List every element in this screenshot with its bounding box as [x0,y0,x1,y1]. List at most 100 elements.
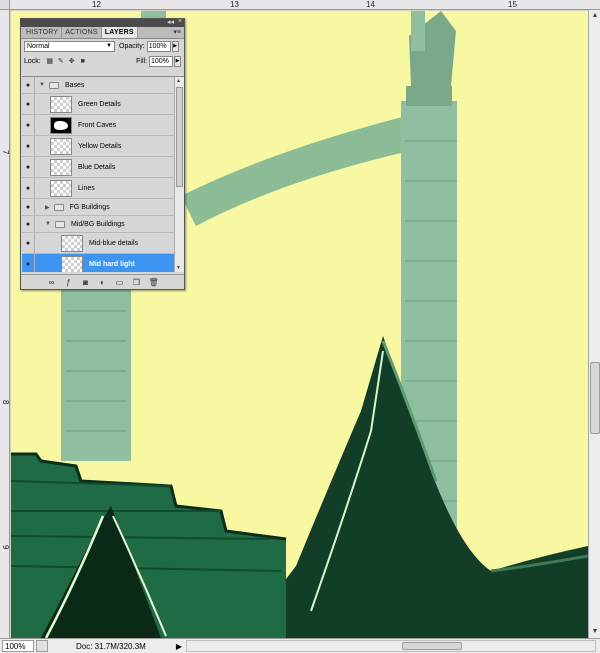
ruler-mark: 15 [508,0,517,9]
lock-image-icon[interactable]: ✎ [57,58,65,66]
eye-icon[interactable]: ● [22,233,35,253]
layer-name: Mid/BG Buildings [70,220,125,228]
layer-row-selected[interactable]: ● Mid hard light [22,254,174,272]
twirl-down-icon[interactable]: ▼ [45,221,51,227]
panel-menu-icon[interactable]: ▾≡ [173,27,181,38]
eye-icon[interactable]: ● [22,77,35,93]
layer-group-row[interactable]: ● ▼ Mid/BG Buildings [22,216,174,233]
layer-thumbnail [61,255,83,272]
collapse-icon[interactable]: ◂◂ [167,18,174,26]
tab-actions[interactable]: ACTIONS [62,27,102,38]
layer-thumbnail [61,234,83,252]
fill-slider-icon[interactable]: ▶ [174,56,181,67]
zoom-field[interactable]: 100% [2,640,34,652]
horizontal-ruler[interactable]: 12 13 14 15 [0,0,600,10]
layer-thumbnail [50,95,72,113]
blend-mode-value: Normal [27,43,50,50]
horizontal-scrollbar[interactable] [185,640,596,652]
folder-icon [48,81,59,89]
fill-label: Fill: [136,58,147,65]
new-layer-icon[interactable]: ❐ [132,278,142,287]
doc-info: Doc: 31.7M/320.3M [76,641,146,651]
ruler-mark: 13 [230,0,239,9]
fx-icon[interactable]: ƒ [64,278,74,287]
scroll-up-icon[interactable]: ▲ [591,12,599,20]
scroll-up-icon[interactable]: ▲ [176,78,181,84]
layer-row[interactable]: ● Green Details [22,94,174,115]
layer-group-row[interactable]: ● ▼ Bases [22,77,174,94]
ruler-mark: 8 [1,400,10,405]
eye-icon[interactable]: ● [22,157,35,177]
eye-icon[interactable]: ● [22,178,35,198]
twirl-down-icon[interactable]: ▼ [39,82,45,88]
layers-scrollbar[interactable]: ▲ ▼ [174,76,184,272]
panel-tabs: HISTORY ACTIONS LAYERS ▾≡ [21,27,184,39]
layer-group-row[interactable]: ● ▶ FG Buildings [22,199,174,216]
opacity-field[interactable]: 100% [146,41,171,52]
fill-field[interactable]: 100% [149,56,173,67]
opacity-label: Opacity: [119,43,145,50]
scroll-thumb[interactable] [401,642,462,650]
twirl-right-icon[interactable]: ▶ [45,204,50,211]
adjustment-icon[interactable]: ◐ [98,278,108,287]
ruler-mark: 12 [92,0,101,9]
close-icon[interactable]: × [178,18,182,25]
folder-icon [54,220,65,228]
lock-all-icon[interactable]: ■ [79,58,87,66]
layer-thumbnail [50,137,72,155]
status-bar: 100% Doc: 31.7M/320.3M ▶ [0,638,600,653]
ruler-origin[interactable] [0,0,10,10]
layer-row[interactable]: ● Front Caves [22,115,174,136]
lock-transparency-icon[interactable]: ▦ [46,58,54,66]
scroll-down-icon[interactable]: ▼ [176,265,181,271]
vertical-scrollbar[interactable]: ▲ ▼ [588,10,600,638]
layer-row[interactable]: ● Blue Details [22,157,174,178]
lock-position-icon[interactable]: ✥ [68,58,76,66]
layer-row[interactable]: ● Lines [22,178,174,199]
ruler-mark: 9 [1,545,10,550]
layer-name: Mid hard light [89,260,135,268]
blend-mode-select[interactable]: Normal ▼ [24,41,115,52]
ruler-mark: 14 [366,0,375,9]
scroll-thumb[interactable] [590,362,600,434]
layer-name: FG Buildings [69,203,110,211]
trash-icon[interactable]: 🗑 [149,278,159,287]
panel-bottom-bar: ∞ ƒ ◙ ◐ ▭ ❐ 🗑 [21,274,184,289]
layer-name: Bases [64,81,85,89]
chevron-down-icon: ▼ [106,43,112,49]
vertical-ruler[interactable]: 7 8 9 [0,10,10,638]
layer-name: Green Details [78,100,121,108]
layer-name: Lines [78,184,95,192]
layer-thumbnail [50,179,72,197]
mask-icon[interactable]: ◙ [81,278,91,287]
layer-thumbnail [50,116,72,134]
status-icon[interactable] [36,640,48,652]
lock-row: Lock: ▦ ✎ ✥ ■ Fill: 100% ▶ [21,54,184,69]
status-menu-icon[interactable]: ▶ [176,642,182,651]
scroll-thumb[interactable] [176,87,183,187]
opacity-slider-icon[interactable]: ▶ [171,41,179,52]
layer-thumbnail [50,158,72,176]
eye-icon[interactable]: ● [22,216,35,232]
folder-icon[interactable]: ▭ [115,278,125,287]
layers-panel: ◂◂ × HISTORY ACTIONS LAYERS ▾≡ Normal ▼ … [20,18,185,290]
lock-label: Lock: [24,58,41,65]
panel-titlebar[interactable]: ◂◂ × [21,18,184,27]
layer-name: Yellow Details [78,142,122,150]
layer-row[interactable]: ● Mid-blue details [22,233,174,254]
blend-row: Normal ▼ Opacity: 100% ▶ [21,39,184,54]
scroll-down-icon[interactable]: ▼ [591,628,599,636]
eye-icon[interactable]: ● [22,136,35,156]
eye-icon[interactable]: ● [22,115,35,135]
layer-name: Mid-blue details [89,239,139,247]
eye-icon[interactable]: ● [22,254,35,272]
folder-icon [53,203,64,211]
eye-icon[interactable]: ● [22,94,35,114]
link-icon[interactable]: ∞ [47,278,57,287]
layer-name: Blue Details [78,163,116,171]
tab-layers[interactable]: LAYERS [101,27,138,38]
ruler-mark: 7 [1,150,10,155]
tab-history[interactable]: HISTORY [23,27,63,38]
eye-icon[interactable]: ● [22,199,35,215]
layer-row[interactable]: ● Yellow Details [22,136,174,157]
